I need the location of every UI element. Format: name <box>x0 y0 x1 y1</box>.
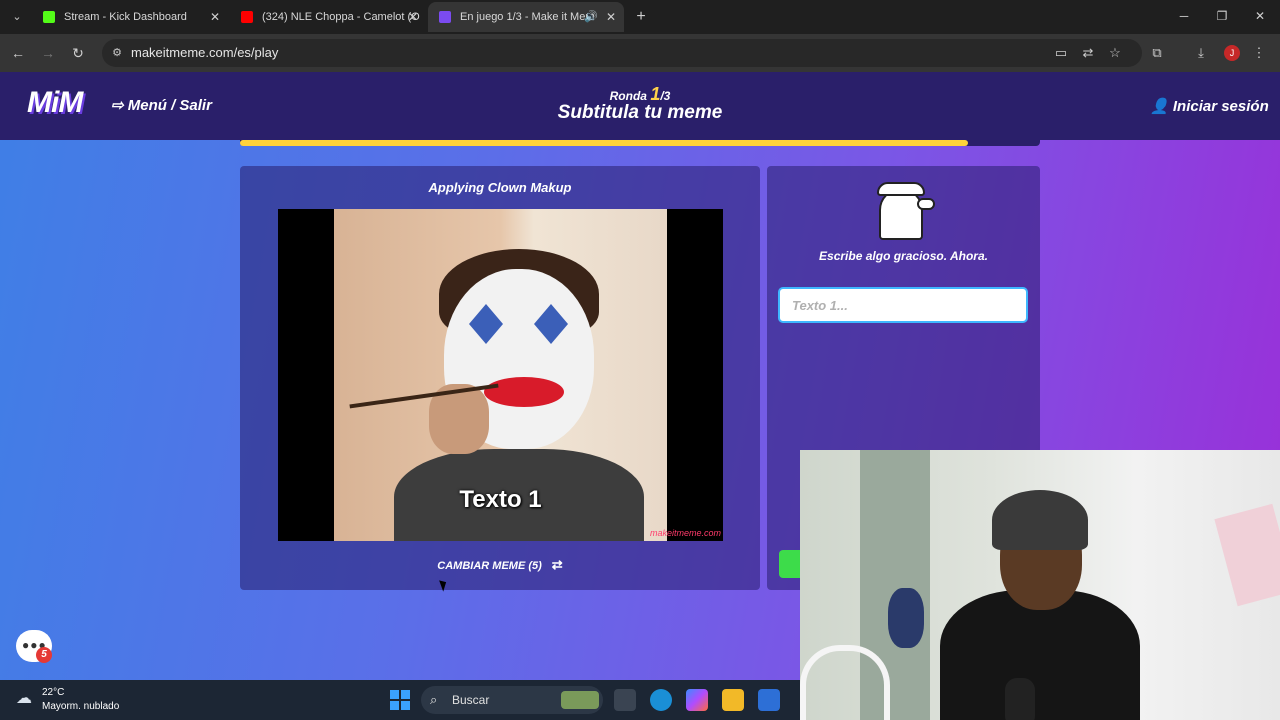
mim-favicon-icon <box>439 11 451 23</box>
search-highlight-image <box>561 691 599 709</box>
user-icon: 👤 <box>1150 98 1173 115</box>
file-explorer-icon[interactable] <box>722 689 744 711</box>
windows-start-icon[interactable] <box>390 690 410 710</box>
meme-card: Applying Clown Makup Texto 1 makeitmeme.… <box>240 166 760 590</box>
address-bar[interactable]: ⚙ makeitmeme.com/es/play <box>102 39 1142 67</box>
close-icon[interactable]: ✕ <box>606 2 616 32</box>
search-icon: ⌕ <box>430 692 438 707</box>
change-meme-label: CAMBIAR MEME (5) <box>437 560 542 572</box>
tab-title: Stream - Kick Dashboard <box>64 11 187 23</box>
mascot-icon <box>875 178 935 240</box>
reload-icon[interactable]: ↻ <box>68 43 88 63</box>
window-close-icon[interactable]: ✕ <box>1250 6 1270 26</box>
webcam-beanie <box>992 490 1088 550</box>
minimize-icon[interactable]: ─ <box>1174 6 1194 26</box>
cast-icon[interactable]: ▭ <box>1052 44 1070 62</box>
caption-text-input[interactable] <box>778 287 1028 323</box>
bookmark-star-icon[interactable]: ☆ <box>1106 44 1124 62</box>
exit-icon: ⇨ <box>111 97 128 114</box>
extensions-icon[interactable]: ⧉ <box>1148 44 1166 62</box>
tab-search-chevron-icon[interactable]: ⌄ <box>6 7 28 27</box>
taskbar-search[interactable]: ⌕ Buscar <box>421 686 603 714</box>
page-title: Subtitula tu meme <box>557 102 723 123</box>
webcam-chair <box>800 645 890 720</box>
forward-arrow-icon[interactable]: → <box>38 43 58 63</box>
login-label: Iniciar sesión <box>1172 98 1269 115</box>
site-info-icon[interactable]: ⚙ <box>110 46 124 60</box>
weather-description[interactable]: Mayorm. nublado <box>42 701 119 712</box>
round-current: 1 <box>650 84 661 104</box>
menu-exit-label: Menú / Salir <box>127 97 212 114</box>
speaker-icon[interactable]: 🔊 <box>584 2 598 32</box>
chat-badge: 5 <box>36 647 52 663</box>
site-header: MiM ⇨ Menú / Salir Ronda 1/3 Subtitula t… <box>0 72 1280 140</box>
webcam-background-person <box>888 588 924 648</box>
translate-icon[interactable]: ⇄ <box>1079 44 1097 62</box>
webcam-overlay <box>800 450 1280 720</box>
youtube-favicon-icon <box>241 11 253 23</box>
meme-caption: Texto 1 <box>459 486 542 513</box>
tab-youtube[interactable]: (324) NLE Choppa - Camelot (O ✕ <box>230 2 426 32</box>
close-icon[interactable]: ✕ <box>210 2 220 32</box>
task-view-icon[interactable] <box>614 689 636 711</box>
caption-prompt: Escribe algo gracioso. Ahora. <box>819 249 988 263</box>
close-icon[interactable]: ✕ <box>408 2 418 32</box>
restore-icon[interactable]: ❐ <box>1212 6 1232 26</box>
taskbar-search-label: Buscar <box>452 693 490 707</box>
webcam-microphone <box>1005 678 1035 720</box>
swap-icon: ⇄ <box>551 557 563 572</box>
site-logo[interactable]: MiM <box>27 86 83 120</box>
weather-cloud-icon[interactable]: ☁ <box>16 689 38 709</box>
meme-image: Texto 1 makeitmeme.com <box>278 209 723 541</box>
clown-lips <box>484 377 564 407</box>
menu-exit-link[interactable]: ⇨ Menú / Salir <box>111 96 212 114</box>
tab-title: En juego 1/3 - Make it Mem <box>460 11 595 23</box>
back-arrow-icon[interactable]: ← <box>8 43 28 63</box>
downloads-icon[interactable]: ⤓ <box>1192 44 1210 62</box>
profile-avatar[interactable]: J <box>1224 45 1240 61</box>
store-icon[interactable] <box>758 689 780 711</box>
tab-title: (324) NLE Choppa - Camelot (O <box>262 11 420 23</box>
round-progress-bar <box>240 140 1040 146</box>
round-label: Ronda <box>609 89 647 103</box>
browser-toolbar: ← → ↻ ⚙ makeitmeme.com/es/play ▭ ⇄ ☆ ⧉ ⤓… <box>0 34 1280 72</box>
edge-browser-icon[interactable] <box>650 689 672 711</box>
meme-title: Applying Clown Makup <box>428 180 572 195</box>
url-text[interactable]: makeitmeme.com/es/play <box>131 39 278 67</box>
weather-temperature[interactable]: 22°C <box>42 687 64 698</box>
kick-favicon-icon <box>43 11 55 23</box>
tab-kick-dashboard[interactable]: Stream - Kick Dashboard ✕ <box>32 2 228 32</box>
webcam-poster <box>1214 503 1280 607</box>
browser-menu-icon[interactable]: ⋮ <box>1250 44 1268 62</box>
login-link[interactable]: 👤 Iniciar sesión <box>1150 97 1269 115</box>
copilot-icon[interactable] <box>686 689 708 711</box>
new-tab-plus-icon[interactable]: + <box>632 7 650 27</box>
tab-makeitmeme[interactable]: En juego 1/3 - Make it Mem 🔊 ✕ <box>428 2 624 32</box>
mascot-hat <box>877 182 925 196</box>
mascot-hand <box>917 198 935 210</box>
meme-watermark: makeitmeme.com <box>650 528 722 538</box>
round-total: /3 <box>660 89 671 103</box>
browser-tabbar: ⌄ Stream - Kick Dashboard ✕ (324) NLE Ch… <box>0 0 1280 34</box>
change-meme-button[interactable]: CAMBIAR MEME (5) ⇄ <box>240 557 760 573</box>
round-progress-fill <box>240 140 968 146</box>
